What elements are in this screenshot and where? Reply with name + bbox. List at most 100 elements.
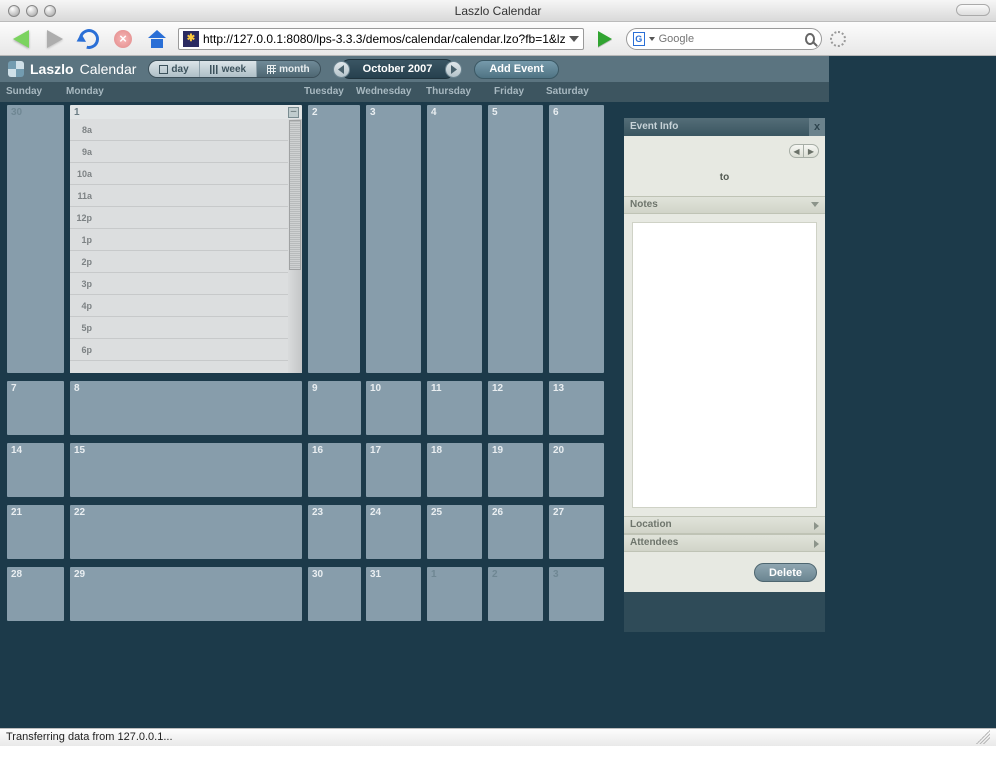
day-number: 11 xyxy=(431,383,442,394)
day-cell[interactable]: 13 xyxy=(549,381,604,435)
next-month-button[interactable] xyxy=(445,61,462,78)
day-number: 27 xyxy=(553,507,564,518)
search-bar[interactable]: G xyxy=(626,28,822,50)
toolbar-grip-button[interactable] xyxy=(956,4,990,16)
prev-month-button[interactable] xyxy=(333,61,350,78)
resize-handle-icon[interactable] xyxy=(976,730,990,744)
day-cell[interactable]: 4 xyxy=(427,105,482,373)
url-history-dropdown[interactable] xyxy=(569,36,579,42)
day-cell[interactable]: 30 xyxy=(7,105,64,373)
day-cell[interactable]: 28 xyxy=(7,567,64,621)
day-cell[interactable]: 29 xyxy=(70,567,302,621)
day-cell[interactable]: 11 xyxy=(427,381,482,435)
day-cell[interactable]: 1 xyxy=(427,567,482,621)
prev-event-button[interactable]: ◀ xyxy=(790,145,804,157)
weekday-header: Tuesday xyxy=(298,82,350,102)
day-number: 21 xyxy=(11,507,22,518)
day-number: 2 xyxy=(492,569,498,580)
day-cell[interactable]: 23 xyxy=(308,505,361,559)
day-cell[interactable]: 22 xyxy=(70,505,302,559)
day-cell[interactable]: 3 xyxy=(366,105,421,373)
event-time-region: ◀ ▶ to xyxy=(624,136,825,196)
day-cell[interactable]: 7 xyxy=(7,381,64,435)
close-panel-button[interactable]: x xyxy=(809,118,825,136)
laszlo-logomark-icon xyxy=(8,61,24,77)
day-number: 5 xyxy=(492,107,498,118)
day-number: 29 xyxy=(74,569,85,580)
day-cell[interactable]: 27 xyxy=(549,505,604,559)
day-cell[interactable]: 26 xyxy=(488,505,543,559)
hour-grid[interactable] xyxy=(94,119,288,373)
google-icon: G xyxy=(633,32,645,46)
day-cell[interactable]: 18 xyxy=(427,443,482,497)
stop-button[interactable]: × xyxy=(110,27,136,51)
day-cell[interactable]: 17 xyxy=(366,443,421,497)
month-navigator: October 2007 xyxy=(333,59,463,79)
notes-section-header[interactable]: Notes xyxy=(624,196,825,214)
day-number: 24 xyxy=(370,507,381,518)
day-scrollbar[interactable] xyxy=(288,119,302,373)
day-cell[interactable]: 1–8a9a10a11a12p1p2p3p4p5p6p xyxy=(70,105,302,373)
day-cell[interactable]: 14 xyxy=(7,443,64,497)
hour-label: 4p xyxy=(70,295,94,317)
day-number: 28 xyxy=(11,569,22,580)
view-switcher: day week month xyxy=(148,60,320,78)
window-titlebar: Laszlo Calendar xyxy=(0,0,996,22)
day-cell[interactable]: 25 xyxy=(427,505,482,559)
tab-day[interactable]: day xyxy=(149,61,199,77)
hour-label: 9a xyxy=(70,141,94,163)
day-number: 12 xyxy=(492,383,503,394)
day-number: 16 xyxy=(312,445,323,456)
day-number: 1 xyxy=(431,569,437,580)
day-cell[interactable]: 3 xyxy=(549,567,604,621)
day-cell[interactable]: 20 xyxy=(549,443,604,497)
search-input[interactable] xyxy=(659,33,801,45)
notes-textarea[interactable] xyxy=(632,222,817,508)
day-cell[interactable]: 2 xyxy=(308,105,360,373)
day-number: 31 xyxy=(370,569,381,580)
day-cell[interactable]: 2 xyxy=(488,567,543,621)
collapse-day-button[interactable]: – xyxy=(288,107,299,118)
scrollbar-thumb[interactable] xyxy=(289,120,301,270)
tab-month[interactable]: month xyxy=(257,61,320,77)
app-logo: LaszloCalendar xyxy=(8,61,136,77)
delete-button[interactable]: Delete xyxy=(754,563,817,582)
reload-button[interactable] xyxy=(76,27,102,51)
day-cell[interactable]: 8 xyxy=(70,381,302,435)
url-input[interactable] xyxy=(203,30,565,48)
day-cell[interactable]: 12 xyxy=(488,381,543,435)
page-viewport: LaszloCalendar day week month October 20… xyxy=(0,56,996,746)
day-cell[interactable]: 15 xyxy=(70,443,302,497)
tab-week[interactable]: week xyxy=(200,61,257,77)
day-number: 25 xyxy=(431,507,442,518)
day-cell[interactable]: 5 xyxy=(488,105,543,373)
next-event-button[interactable]: ▶ xyxy=(804,145,818,157)
search-icon[interactable] xyxy=(805,33,815,45)
day-cell[interactable]: 10 xyxy=(366,381,421,435)
day-cell[interactable]: 19 xyxy=(488,443,543,497)
day-cell[interactable]: 16 xyxy=(308,443,361,497)
day-cell[interactable]: 31 xyxy=(366,567,421,621)
day-cell[interactable]: 9 xyxy=(308,381,361,435)
hours-column: 8a9a10a11a12p1p2p3p4p5p6p xyxy=(70,119,94,373)
weekday-header: Saturday xyxy=(540,82,610,102)
hour-label: 12p xyxy=(70,207,94,229)
search-engine-dropdown[interactable] xyxy=(649,37,655,41)
day-cell[interactable]: 21 xyxy=(7,505,64,559)
add-event-button[interactable]: Add Event xyxy=(474,60,558,79)
url-bar[interactable]: ✱ xyxy=(178,28,584,50)
go-button[interactable] xyxy=(592,27,618,51)
forward-button[interactable] xyxy=(42,27,68,51)
weekday-header: Wednesday xyxy=(350,82,420,102)
event-nav-buttons: ◀ ▶ xyxy=(789,144,819,158)
day-cell[interactable]: 24 xyxy=(366,505,421,559)
location-section-header[interactable]: Location xyxy=(624,516,825,534)
day-number: 20 xyxy=(553,445,564,456)
time-to-label: to xyxy=(624,172,825,183)
activity-throbber-icon xyxy=(830,31,846,47)
attendees-section-header[interactable]: Attendees xyxy=(624,534,825,552)
day-cell[interactable]: 30 xyxy=(308,567,361,621)
home-button[interactable] xyxy=(144,27,170,51)
back-button[interactable] xyxy=(8,27,34,51)
day-cell[interactable]: 6 xyxy=(549,105,604,373)
